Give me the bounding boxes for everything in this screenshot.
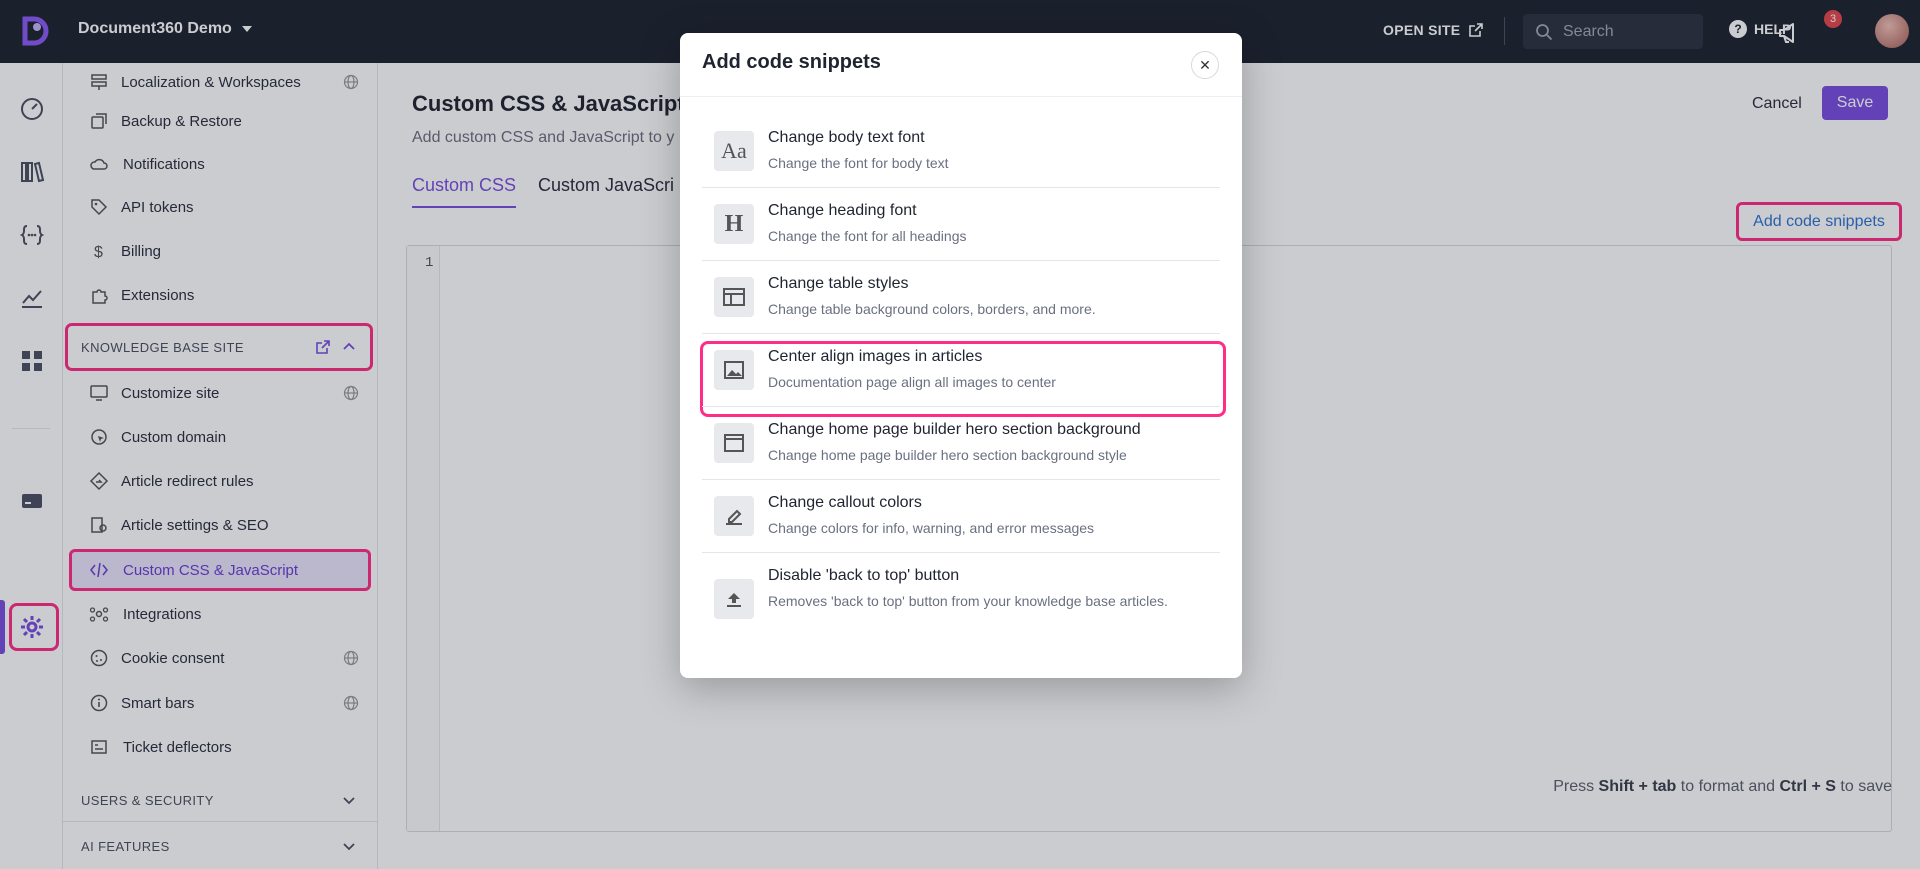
snippet-title: Center align images in articles — [768, 348, 983, 365]
snippet-title: Disable 'back to top' button — [768, 567, 960, 584]
snippet-description: Documentation page align all images to c… — [768, 374, 1056, 390]
heading-h-icon: H — [714, 204, 754, 244]
browser-window-icon — [714, 423, 754, 463]
snippet-description: Removes 'back to top' button from your k… — [768, 593, 1168, 609]
close-button[interactable]: ✕ — [1191, 51, 1219, 79]
snippet-title: Change callout colors — [768, 494, 922, 511]
snippet-description: Change the font for all headings — [768, 228, 967, 244]
upload-arrow-icon — [714, 579, 754, 619]
add-code-snippets-modal: Add code snippets ✕ Aa Change body text … — [680, 33, 1242, 678]
highlighter-icon — [714, 496, 754, 536]
snippet-title: Change body text font — [768, 129, 925, 146]
snippet-heading-font[interactable]: H Change heading font Change the font fo… — [702, 188, 1220, 261]
snippet-description: Change the font for body text — [768, 155, 949, 171]
snippet-callout-colors[interactable]: Change callout colors Change colors for … — [702, 480, 1220, 553]
snippet-title: Change home page builder hero section ba… — [768, 421, 1141, 438]
modal-header: Add code snippets ✕ — [680, 33, 1242, 97]
font-aa-icon: Aa — [714, 131, 754, 171]
snippet-center-images[interactable]: Center align images in articles Document… — [702, 334, 1220, 407]
snippet-body-font[interactable]: Aa Change body text font Change the font… — [702, 115, 1220, 188]
snippet-table-styles[interactable]: Change table styles Change table backgro… — [702, 261, 1220, 334]
close-icon: ✕ — [1199, 56, 1211, 73]
snippet-description: Change colors for info, warning, and err… — [768, 520, 1095, 536]
modal-title: Add code snippets — [702, 51, 881, 73]
snippet-description: Change home page builder hero section ba… — [768, 447, 1127, 463]
image-icon — [714, 350, 754, 390]
table-icon — [714, 277, 754, 317]
snippet-title: Change heading font — [768, 202, 917, 219]
snippet-title: Change table styles — [768, 275, 909, 292]
snippet-description: Change table background colors, borders,… — [768, 301, 1096, 317]
snippet-hero-background[interactable]: Change home page builder hero section ba… — [702, 407, 1220, 480]
snippet-back-to-top[interactable]: Disable 'back to top' button Removes 'ba… — [702, 553, 1220, 645]
